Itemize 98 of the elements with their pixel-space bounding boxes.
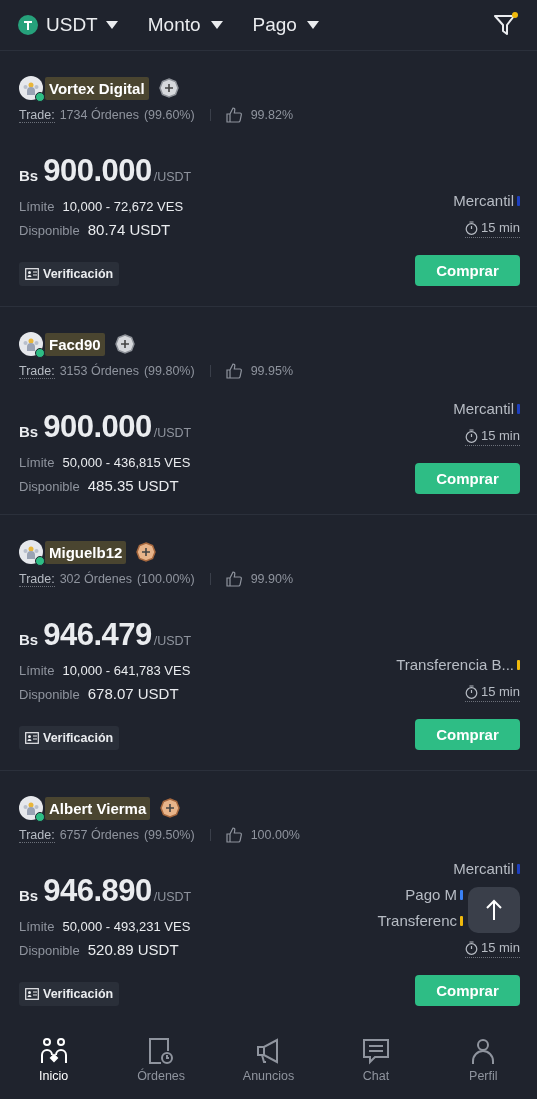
payment-method: Mercantil — [453, 859, 514, 879]
available-value: 520.89 USDT — [87, 941, 179, 958]
avatar — [19, 796, 43, 820]
limit-label: Límite — [19, 199, 55, 214]
coin-icon — [18, 15, 38, 35]
limit-value: 50,000 - 436,815 VES — [62, 455, 191, 470]
verification-tag: Verificación — [19, 726, 120, 750]
order-count: 6757 Órdenes — [59, 828, 139, 842]
order-count: 302 Órdenes — [59, 572, 132, 586]
available-value: 678.07 USDT — [87, 685, 179, 702]
payment-method: Mercantil — [453, 399, 514, 419]
rating: 99.90% — [250, 572, 294, 586]
limit-label: Límite — [19, 455, 55, 470]
arrow-up-icon — [485, 899, 503, 921]
medal-icon — [158, 78, 179, 98]
caret-icon — [210, 21, 223, 29]
limit-value: 50,000 - 493,231 VES — [62, 919, 191, 934]
avatar — [19, 540, 43, 564]
timer-icon — [464, 940, 478, 955]
limit-label: Límite — [19, 663, 55, 678]
payment-time: 15 min — [480, 220, 520, 235]
medal-icon — [136, 542, 157, 562]
rating: 99.95% — [250, 364, 294, 378]
verification-tag: Verificación — [19, 982, 120, 1006]
filter-dropdown[interactable]: USDT — [18, 14, 118, 36]
trade-label: Trade: — [19, 827, 55, 843]
filter-dropdown[interactable]: Monto — [147, 14, 223, 36]
caret-icon — [105, 21, 118, 29]
payment-time: 15 min — [480, 428, 520, 443]
available-label: Disponible — [19, 687, 80, 702]
merchant-name[interactable]: Albert Vierma — [45, 796, 151, 820]
thumbs-up-icon — [225, 827, 242, 843]
merchant-name[interactable]: Facd90 — [45, 332, 105, 356]
available-label: Disponible — [19, 943, 80, 958]
thumbs-up-icon — [225, 363, 242, 379]
rating: 100.00% — [250, 828, 300, 842]
limit-value: 10,000 - 641,783 VES — [62, 663, 191, 678]
price-unit: /USDT — [153, 634, 192, 648]
payment-time: 15 min — [480, 684, 520, 699]
nav-tab[interactable]: Órdenes — [107, 1037, 215, 1085]
trade-label: Trade: — [19, 363, 55, 379]
payment-method: Transferencia B... — [396, 655, 514, 675]
price-unit: /USDT — [153, 170, 192, 184]
people-icon — [39, 1037, 68, 1065]
order-count: 3153 Órdenes — [59, 364, 139, 378]
price-unit: /USDT — [153, 426, 192, 440]
limit-label: Límite — [19, 919, 55, 934]
available-label: Disponible — [19, 223, 80, 238]
thumbs-up-icon — [225, 571, 242, 587]
completion-rate: (100.00%) — [136, 572, 195, 586]
scroll-to-top-button[interactable] — [468, 887, 520, 933]
document-clock-icon — [147, 1037, 176, 1065]
trade-label: Trade: — [19, 571, 55, 587]
nav-tab[interactable]: Inicio — [0, 1037, 108, 1085]
price: 946.479 — [43, 617, 152, 653]
payment-method: Mercantil — [453, 191, 514, 211]
verification-tag: Verificación — [19, 262, 120, 286]
available-label: Disponible — [19, 479, 80, 494]
filter-icon[interactable] — [493, 12, 519, 38]
merchant-name[interactable]: Vortex Digital — [45, 76, 149, 100]
trade-label: Trade: — [19, 107, 55, 123]
payment-time: 15 min — [480, 940, 520, 955]
medal-icon — [114, 334, 135, 354]
completion-rate: (99.80%) — [143, 364, 195, 378]
timer-icon — [464, 684, 478, 699]
avatar — [19, 76, 43, 100]
currency-label: Bs — [19, 167, 39, 184]
completion-rate: (99.50%) — [143, 828, 195, 842]
nav-tab[interactable]: Anuncios — [214, 1037, 323, 1085]
timer-icon — [464, 428, 478, 443]
id-card-icon — [25, 268, 39, 280]
nav-tab[interactable]: Chat — [322, 1037, 430, 1085]
payment-method: Pago M — [405, 885, 457, 905]
currency-label: Bs — [19, 887, 39, 904]
currency-label: Bs — [19, 631, 39, 648]
chat-icon — [361, 1037, 390, 1065]
rating: 99.82% — [250, 108, 294, 122]
avatar — [19, 332, 43, 356]
medal-icon — [160, 798, 181, 818]
timer-icon — [464, 220, 478, 235]
thumbs-up-icon — [225, 107, 242, 123]
price-unit: /USDT — [153, 890, 192, 904]
available-value: 80.74 USDT — [87, 221, 171, 238]
nav-tab[interactable]: Perfil — [429, 1037, 537, 1085]
id-card-icon — [25, 732, 39, 744]
caret-icon — [306, 21, 319, 29]
price: 900.000 — [43, 153, 152, 189]
id-card-icon — [25, 988, 39, 1000]
currency-label: Bs — [19, 423, 39, 440]
limit-value: 10,000 - 72,672 VES — [62, 199, 184, 214]
price: 900.000 — [43, 409, 152, 445]
price: 946.890 — [43, 873, 152, 909]
available-value: 485.35 USDT — [87, 477, 179, 494]
payment-method: Transferenc — [377, 911, 457, 931]
order-count: 1734 Órdenes — [59, 108, 139, 122]
completion-rate: (99.60%) — [143, 108, 195, 122]
filter-dropdown[interactable]: Pago — [252, 14, 319, 36]
merchant-name[interactable]: Miguelb12 — [45, 540, 127, 564]
